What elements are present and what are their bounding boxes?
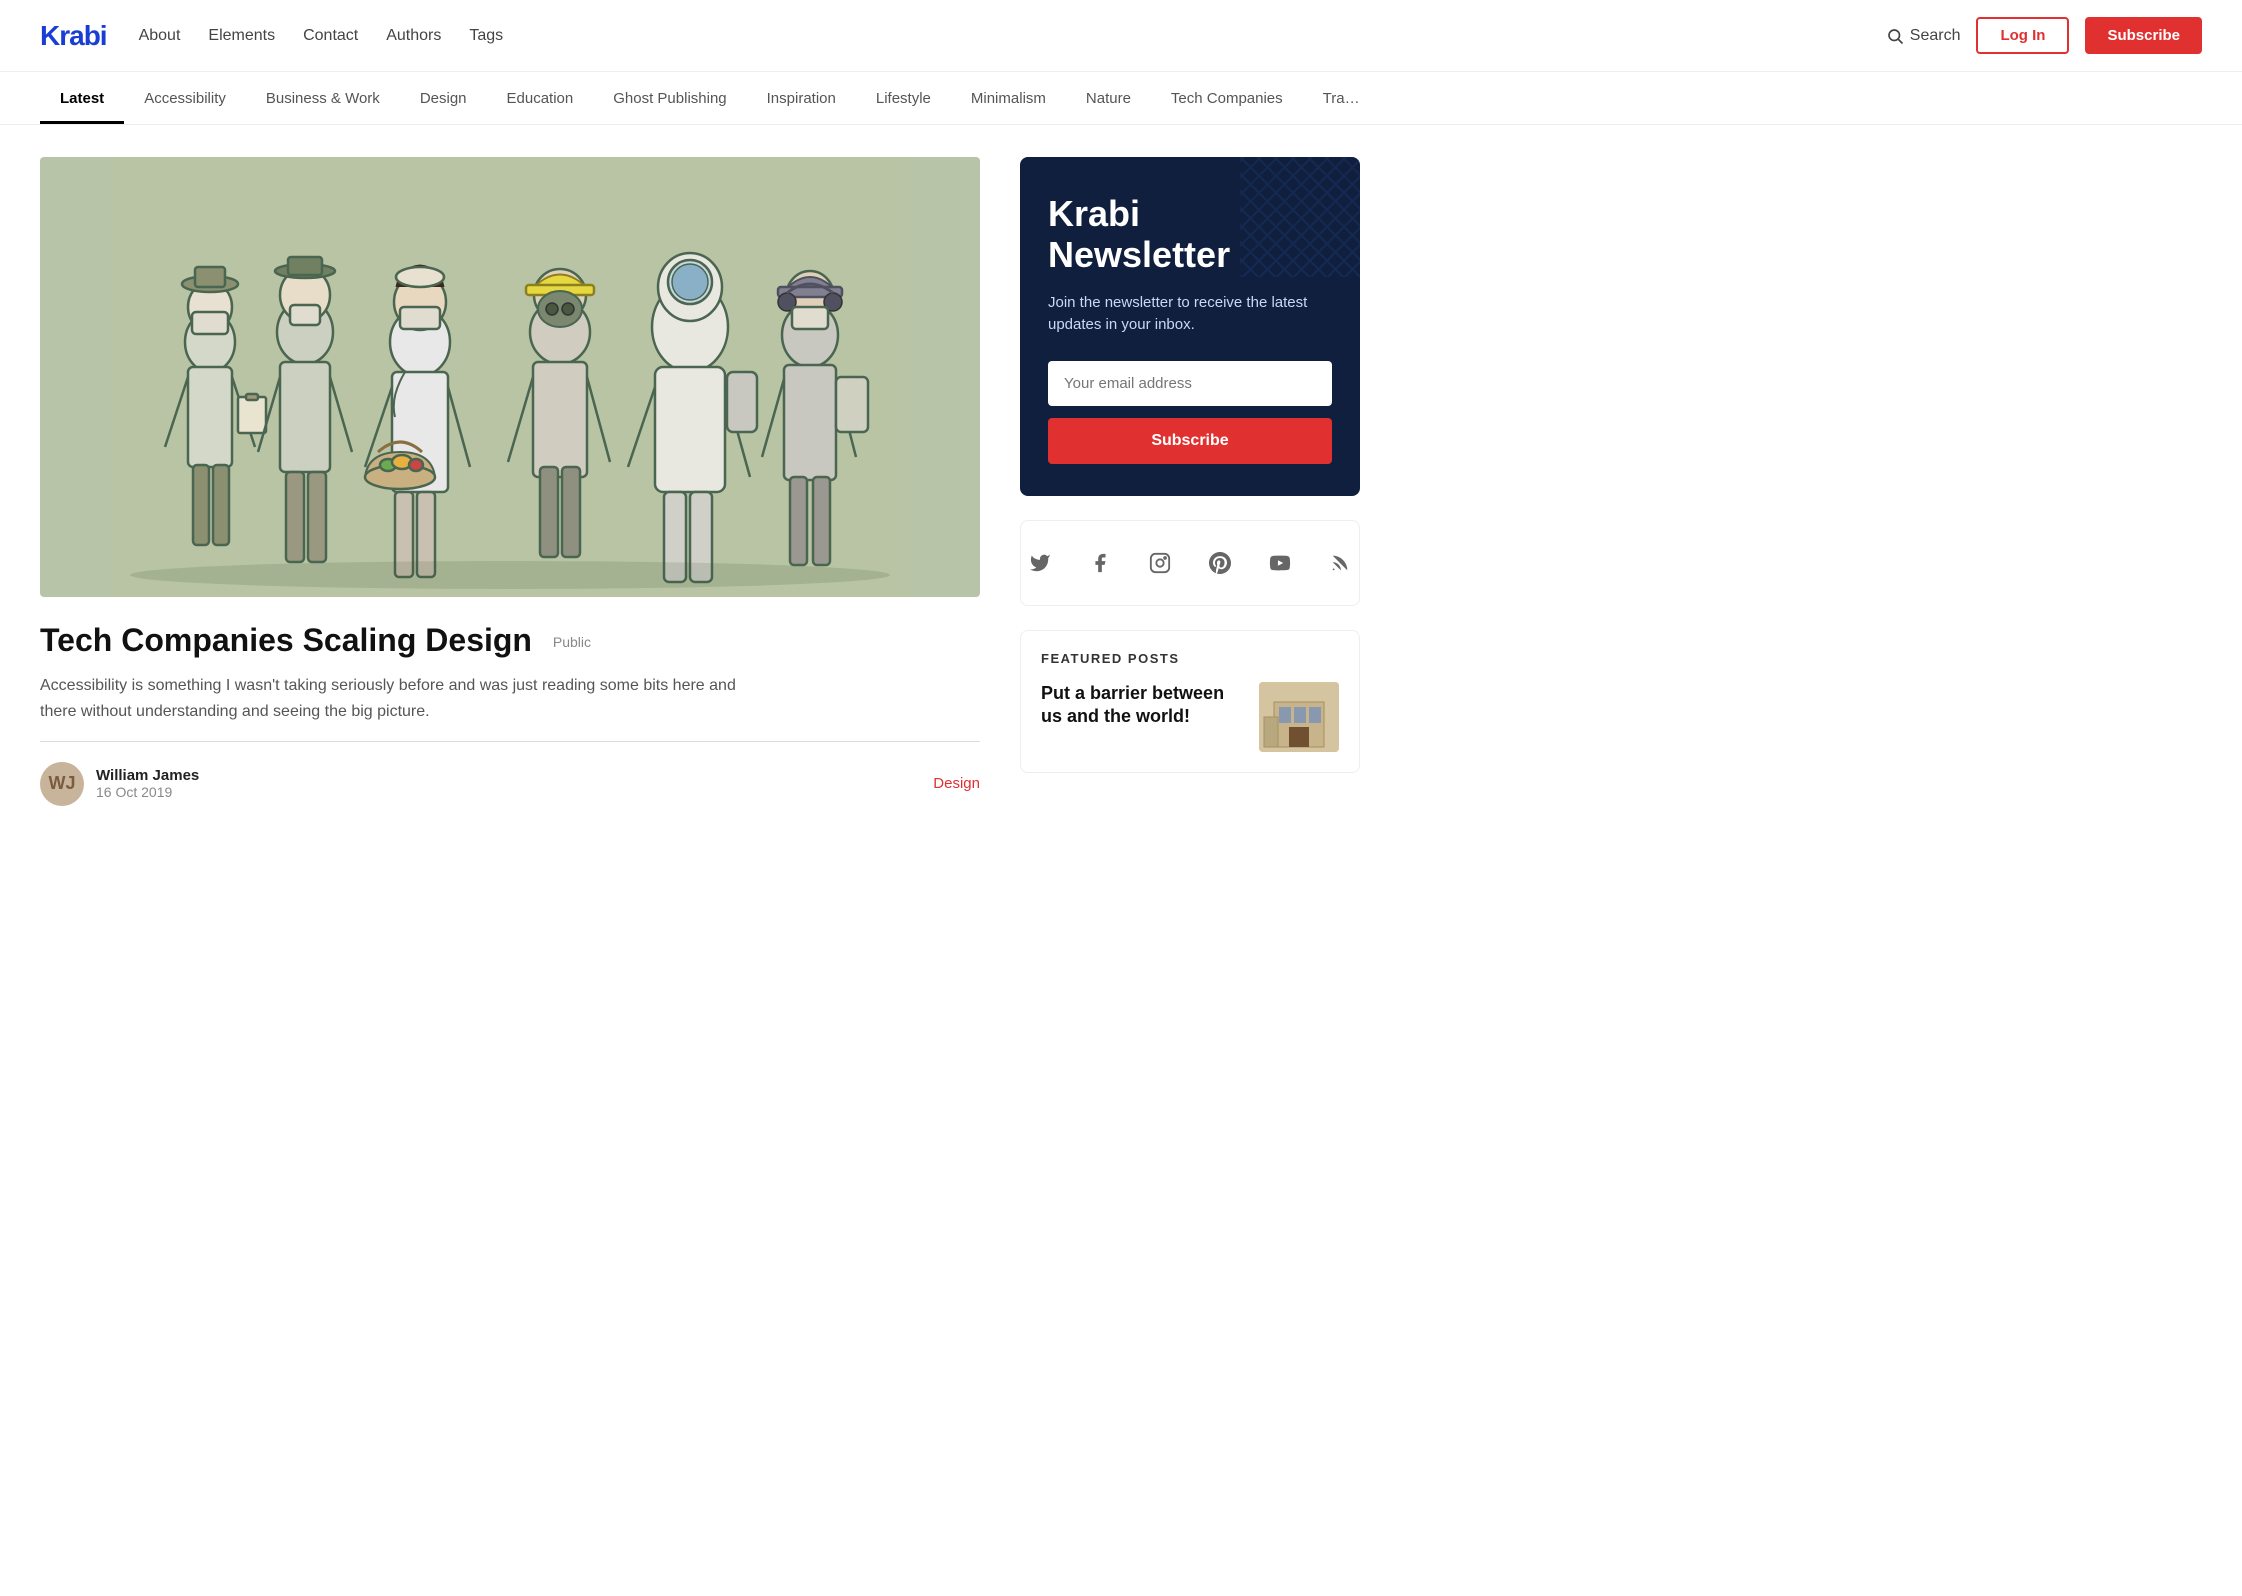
article-tag[interactable]: Design	[933, 775, 980, 792]
category-tech[interactable]: Tech Companies	[1151, 72, 1303, 124]
category-tra[interactable]: Tra…	[1303, 72, 1380, 124]
category-nature[interactable]: Nature	[1066, 72, 1151, 124]
author-name[interactable]: William James	[96, 767, 199, 784]
featured-post-item[interactable]: Put a barrier between us and the world!	[1041, 682, 1339, 752]
rss-icon[interactable]	[1322, 545, 1358, 581]
header-left: Krabi About Elements Contact Authors Tag…	[40, 20, 503, 52]
article-excerpt: Accessibility is something I wasn't taki…	[40, 673, 740, 724]
header: Krabi About Elements Contact Authors Tag…	[0, 0, 2242, 72]
article-image	[40, 157, 980, 597]
nav-authors[interactable]: Authors	[386, 27, 441, 45]
facebook-icon[interactable]	[1082, 545, 1118, 581]
nav-contact[interactable]: Contact	[303, 27, 358, 45]
category-lifestyle[interactable]: Lifestyle	[856, 72, 951, 124]
featured-posts: FEATURED POSTS Put a barrier between us …	[1020, 630, 1360, 773]
logo[interactable]: Krabi	[40, 20, 107, 52]
featured-posts-heading: FEATURED POSTS	[1041, 651, 1339, 666]
category-nav: Latest Accessibility Business & Work Des…	[0, 72, 2242, 125]
article-illustration	[40, 157, 980, 597]
category-education[interactable]: Education	[487, 72, 594, 124]
category-ghost[interactable]: Ghost Publishing	[593, 72, 746, 124]
avatar: WJ	[40, 762, 84, 806]
subscribe-header-button[interactable]: Subscribe	[2085, 17, 2202, 54]
category-latest[interactable]: Latest	[40, 72, 124, 124]
search-button[interactable]: Search	[1886, 27, 1961, 45]
newsletter-subscribe-button[interactable]: Subscribe	[1048, 418, 1332, 464]
newsletter-title: Krabi Newsletter	[1048, 193, 1332, 276]
article-body: Tech Companies Scaling Design Public Acc…	[40, 597, 980, 742]
newsletter-description: Join the newsletter to receive the lates…	[1048, 292, 1332, 337]
category-inspiration[interactable]: Inspiration	[747, 72, 856, 124]
featured-post-image	[1259, 682, 1339, 752]
featured-post-title: Put a barrier between us and the world!	[1041, 682, 1245, 729]
instagram-icon[interactable]	[1142, 545, 1178, 581]
nav-elements[interactable]: Elements	[208, 27, 275, 45]
category-business[interactable]: Business & Work	[246, 72, 400, 124]
author-details: William James 16 Oct 2019	[96, 767, 199, 800]
header-right: Search Log In Subscribe	[1886, 17, 2202, 54]
article-card: Tech Companies Scaling Design Public Acc…	[40, 157, 980, 806]
nav-about[interactable]: About	[139, 27, 181, 45]
search-label: Search	[1910, 27, 1961, 45]
main-nav: About Elements Contact Authors Tags	[139, 27, 504, 45]
social-box	[1020, 520, 1360, 606]
nav-tags[interactable]: Tags	[469, 27, 503, 45]
youtube-icon[interactable]	[1262, 545, 1298, 581]
login-button[interactable]: Log In	[1976, 17, 2069, 54]
category-design[interactable]: Design	[400, 72, 487, 124]
search-icon	[1886, 27, 1904, 45]
sidebar: Krabi Newsletter Join the newsletter to …	[1020, 157, 1360, 806]
category-accessibility[interactable]: Accessibility	[124, 72, 246, 124]
category-minimalism[interactable]: Minimalism	[951, 72, 1066, 124]
author-date: 16 Oct 2019	[96, 784, 199, 800]
author-info: WJ William James 16 Oct 2019	[40, 762, 199, 806]
twitter-icon[interactable]	[1022, 545, 1058, 581]
newsletter-email-input[interactable]	[1048, 361, 1332, 406]
article-title: Tech Companies Scaling Design Public	[40, 621, 980, 659]
newsletter-box: Krabi Newsletter Join the newsletter to …	[1020, 157, 1360, 496]
main-layout: Tech Companies Scaling Design Public Acc…	[0, 125, 1400, 838]
pinterest-icon[interactable]	[1202, 545, 1238, 581]
article-meta: WJ William James 16 Oct 2019 Design	[40, 762, 980, 806]
public-badge: Public	[553, 634, 591, 651]
